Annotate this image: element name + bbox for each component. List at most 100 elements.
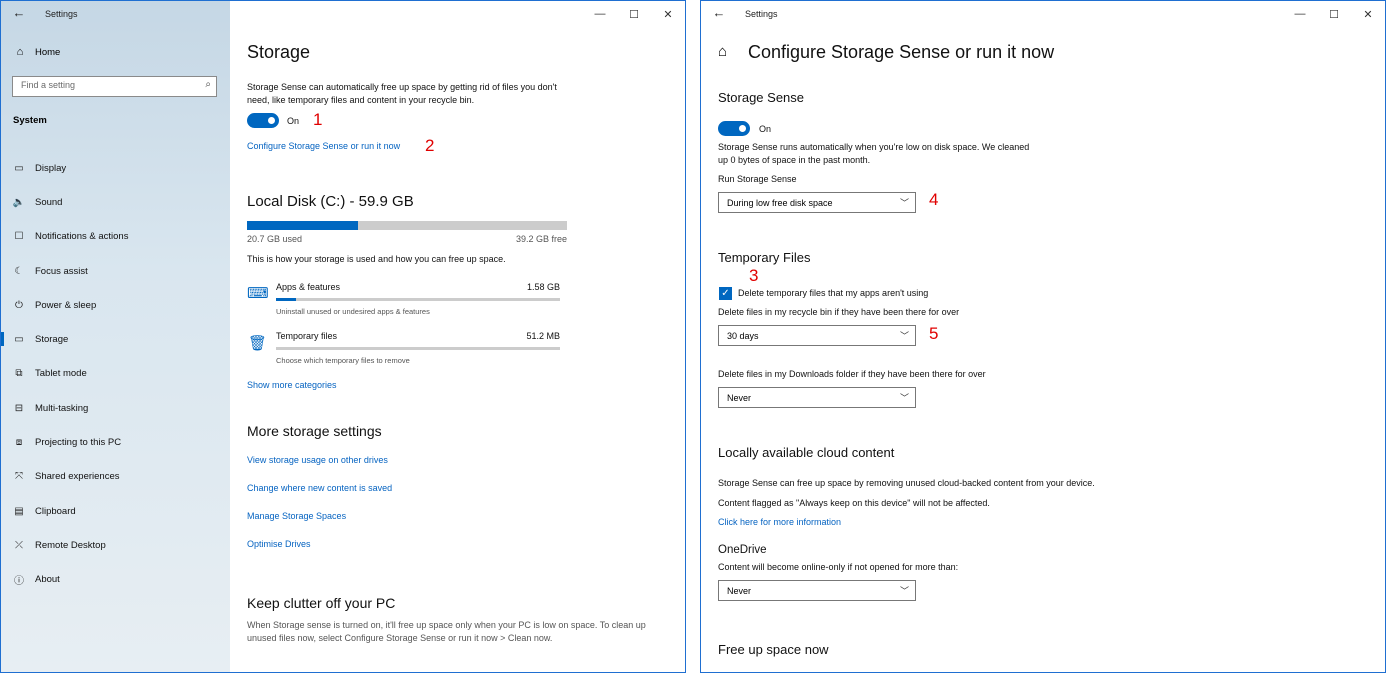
chevron-down-icon: ﹀ bbox=[899, 586, 909, 596]
storage-sense-heading: Storage Sense bbox=[718, 90, 805, 105]
sidebar-item-focus-assist[interactable]: ☾ Focus assist bbox=[1, 254, 230, 288]
configure-storage-sense-link[interactable]: Configure Storage Sense or run it now bbox=[247, 141, 400, 151]
projector-icon: ⧈ bbox=[15, 437, 23, 449]
sidebar-item-label: Projecting to this PC bbox=[35, 437, 122, 449]
recycle-bin-label: Delete files in my recycle bin if they h… bbox=[718, 307, 960, 317]
multitask-icon: ⊟ bbox=[14, 402, 24, 414]
sidebar: ⌂ Home ⌕ System ▭ Display 🔈 Sound ☐ Notificat… bbox=[1, 1, 230, 672]
annotation-marker-3: 3 bbox=[749, 266, 759, 285]
storage-sense-toggle[interactable] bbox=[247, 113, 279, 128]
category-size: 1.58 GB bbox=[526, 282, 560, 292]
run-storage-sense-label: Run Storage Sense bbox=[718, 174, 797, 184]
home-icon: ⌂ bbox=[16, 46, 24, 58]
sidebar-item-tablet-mode[interactable]: ⧉ Tablet mode bbox=[1, 357, 230, 391]
page-title: Configure Storage Sense or run it now bbox=[748, 42, 1055, 62]
toggle-state-label: On bbox=[759, 124, 772, 134]
sidebar-item-label: Shared experiences bbox=[35, 471, 120, 483]
close-button[interactable]: ✕ bbox=[1351, 1, 1385, 27]
trash-icon: 🗑 bbox=[248, 335, 268, 352]
sidebar-item-label: Notifications & actions bbox=[35, 231, 129, 243]
run-storage-sense-dropdown[interactable]: During low free disk space ﹀ bbox=[718, 192, 916, 213]
onedrive-description: Content will become online-only if not o… bbox=[718, 562, 959, 572]
sidebar-item-sound[interactable]: 🔈 Sound bbox=[1, 185, 230, 219]
home-icon[interactable]: ⌂ bbox=[718, 43, 727, 60]
close-button[interactable]: ✕ bbox=[651, 1, 685, 27]
delete-temp-files-checkbox[interactable]: ✓ bbox=[719, 287, 732, 300]
cloud-content-heading: Locally available cloud content bbox=[718, 445, 895, 460]
sidebar-item-storage[interactable]: ▭ Storage bbox=[1, 322, 230, 356]
sidebar-item-label: Power & sleep bbox=[35, 299, 97, 311]
maximize-button[interactable]: ☐ bbox=[1317, 1, 1351, 27]
back-arrow-icon[interactable]: ← bbox=[11, 5, 27, 21]
category-size: 51.2 MB bbox=[526, 331, 560, 341]
optimise-drives-link[interactable]: Optimise Drives bbox=[247, 539, 311, 549]
remote-icon: ⤫ bbox=[15, 539, 23, 551]
toggle-state-label: On bbox=[287, 116, 300, 126]
annotation-marker-5: 5 bbox=[929, 324, 939, 343]
recycle-bin-dropdown[interactable]: 30 days ﹀ bbox=[718, 325, 916, 346]
change-save-location-link[interactable]: Change where new content is saved bbox=[247, 483, 392, 493]
category-usage-bar bbox=[276, 298, 560, 301]
back-arrow-icon[interactable]: ← bbox=[711, 5, 727, 21]
info-icon: ⓘ bbox=[14, 576, 24, 588]
tablet-icon: ⧉ bbox=[15, 368, 23, 380]
sidebar-item-label: Clipboard bbox=[35, 505, 76, 517]
search-box[interactable]: ⌕ bbox=[12, 76, 217, 97]
view-other-drives-link[interactable]: View storage usage on other drives bbox=[247, 455, 388, 465]
category-usage-bar bbox=[276, 347, 560, 350]
onedrive-heading: OneDrive bbox=[718, 544, 767, 556]
temporary-files-heading: Temporary Files bbox=[718, 250, 811, 265]
settings-window-storage: ⌂ Home ⌕ System ▭ Display 🔈 Sound ☐ Notificat… bbox=[0, 0, 686, 673]
chevron-down-icon: ﹀ bbox=[899, 198, 909, 208]
minimize-button[interactable]: — bbox=[1283, 1, 1317, 27]
disk-usage-fill bbox=[247, 221, 358, 230]
usage-description: This is how your storage is used and how… bbox=[247, 254, 506, 264]
minimize-button[interactable]: — bbox=[583, 1, 617, 27]
chevron-down-icon: ﹀ bbox=[899, 331, 909, 341]
page-title: Storage bbox=[247, 42, 311, 62]
speaker-icon: 🔈 bbox=[12, 196, 26, 208]
sidebar-item-remote-desktop[interactable]: ⤫ Remote Desktop bbox=[1, 528, 230, 562]
search-input[interactable] bbox=[21, 80, 191, 90]
clipboard-icon: ▤ bbox=[14, 505, 24, 517]
annotation-marker-1: 1 bbox=[313, 110, 323, 129]
monitor-icon: ▭ bbox=[14, 162, 24, 174]
free-up-space-heading: Free up space now bbox=[718, 642, 829, 657]
manage-storage-spaces-link[interactable]: Manage Storage Spaces bbox=[247, 511, 346, 521]
disk-usage-bar bbox=[247, 221, 567, 230]
sidebar-item-display[interactable]: ▭ Display bbox=[1, 151, 230, 185]
downloads-dropdown[interactable]: Never ﹀ bbox=[718, 387, 916, 408]
title-bar: ← Settings — ☐ ✕ bbox=[701, 1, 1385, 27]
more-information-link[interactable]: Click here for more information bbox=[718, 517, 841, 527]
sidebar-item-power-sleep[interactable]: ⏻ Power & sleep bbox=[1, 288, 230, 322]
cloud-description-1: Storage Sense can free up space by remov… bbox=[718, 478, 1095, 488]
clutter-heading: Keep clutter off your PC bbox=[247, 595, 396, 611]
apps-icon: ⌨ bbox=[247, 285, 269, 302]
sidebar-item-label: Remote Desktop bbox=[35, 539, 106, 551]
onedrive-dropdown[interactable]: Never ﹀ bbox=[718, 580, 916, 601]
cloud-description-2: Content flagged as "Always keep on this … bbox=[718, 498, 990, 508]
category-name: Apps & features bbox=[276, 282, 341, 292]
checkbox-label: Delete temporary files that my apps aren… bbox=[738, 288, 929, 298]
search-icon[interactable]: ⌕ bbox=[205, 79, 211, 90]
show-more-categories-link[interactable]: Show more categories bbox=[247, 380, 337, 390]
disk-title: Local Disk (C:) - 59.9 GB bbox=[247, 193, 414, 210]
sidebar-item-notifications-actions[interactable]: ☐ Notifications & actions bbox=[1, 220, 230, 254]
storage-sense-description: Storage Sense can automatically free up … bbox=[247, 82, 557, 105]
sidebar-item-shared-experiences[interactable]: ⤧ Shared experiences bbox=[1, 460, 230, 494]
sidebar-item-label: Multi-tasking bbox=[35, 402, 89, 414]
sidebar-item-label: Focus assist bbox=[35, 265, 88, 277]
storage-sense-toggle[interactable] bbox=[718, 121, 750, 136]
category-name: Temporary files bbox=[276, 331, 338, 341]
maximize-button[interactable]: ☐ bbox=[617, 1, 651, 27]
sidebar-item-multi-tasking[interactable]: ⊟ Multi-tasking bbox=[1, 391, 230, 425]
category-description: Choose which temporary files to remove bbox=[276, 356, 410, 365]
sidebar-item-about[interactable]: ⓘ About bbox=[1, 563, 230, 597]
sidebar-item-projecting-to-this-pc[interactable]: ⧈ Projecting to this PC bbox=[1, 425, 230, 459]
sidebar-item-home[interactable]: ⌂ Home bbox=[13, 46, 61, 58]
dropdown-value: During low free disk space bbox=[727, 198, 833, 208]
sidebar-item-clipboard[interactable]: ▤ Clipboard bbox=[1, 494, 230, 528]
sidebar-nav: ▭ Display 🔈 Sound ☐ Notifications & actions ☾ F… bbox=[1, 151, 230, 597]
window-title: Settings bbox=[45, 9, 78, 19]
home-label: Home bbox=[35, 46, 61, 58]
